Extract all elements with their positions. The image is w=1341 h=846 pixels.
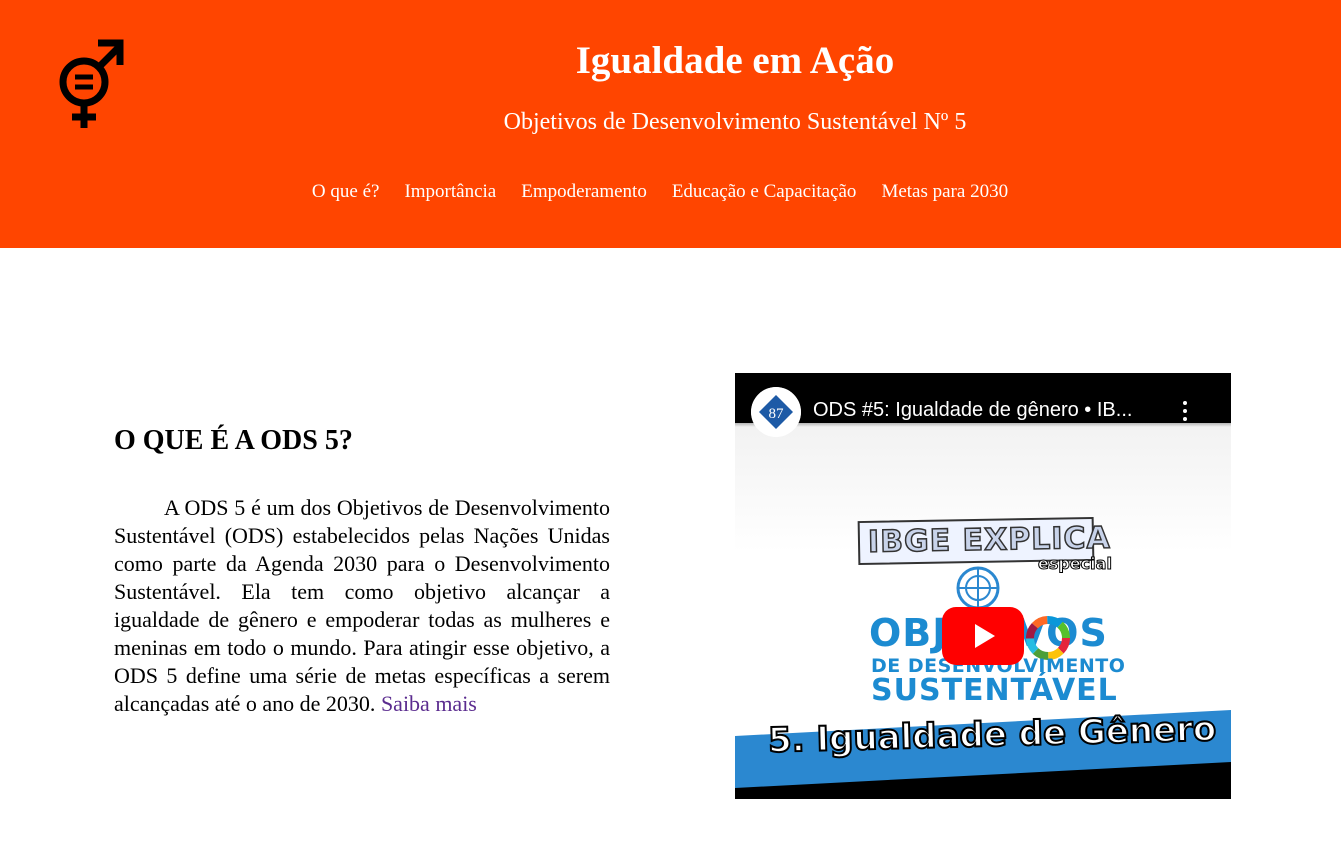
- video-embed[interactable]: IBGE EXPLICA especial OBJETIVOS DE DESEN…: [735, 373, 1231, 799]
- nav-link-o-que-e[interactable]: O que é?: [312, 181, 380, 203]
- play-icon: [975, 624, 995, 648]
- un-emblem-icon: [956, 566, 1000, 610]
- paragraph-text: A ODS 5 é um dos Objetivos de Desenvolvi…: [114, 495, 610, 716]
- play-button[interactable]: [942, 607, 1024, 665]
- section-paragraph: A ODS 5 é um dos Objetivos de Desenvolvi…: [114, 494, 610, 718]
- saiba-mais-link[interactable]: Saiba mais: [381, 691, 477, 716]
- thumbnail-line-3: SUSTENTÁVEL: [871, 673, 1118, 708]
- nav-link-educacao[interactable]: Educação e Capacitação: [672, 181, 857, 203]
- video-title[interactable]: ODS #5: Igualdade de gênero • IB...: [813, 399, 1132, 422]
- nav-link-metas-2030[interactable]: Metas para 2030: [881, 181, 1008, 203]
- more-options-icon[interactable]: [1177, 401, 1193, 425]
- site-header: Igualdade em Ação Objetivos de Desenvolv…: [0, 0, 1341, 248]
- nav-link-importancia[interactable]: Importância: [404, 181, 496, 203]
- main-nav: O que é? Importância Empoderamento Educa…: [0, 181, 1320, 203]
- channel-avatar[interactable]: 87: [751, 387, 801, 437]
- video-title-bar: 87 ODS #5: Igualdade de gênero • IB...: [735, 373, 1231, 437]
- thumbnail-banner-tag: especial: [1038, 554, 1113, 574]
- section-title: O QUE É A ODS 5?: [114, 425, 353, 456]
- channel-badge-text: 87: [769, 406, 785, 422]
- site-subtitle: Objetivos de Desenvolvimento Sustentável…: [503, 109, 967, 135]
- video-thumbnail[interactable]: IBGE EXPLICA especial OBJETIVOS DE DESEN…: [735, 423, 1231, 788]
- nav-link-empoderamento[interactable]: Empoderamento: [521, 181, 647, 203]
- site-title: Igualdade em Ação: [575, 39, 895, 82]
